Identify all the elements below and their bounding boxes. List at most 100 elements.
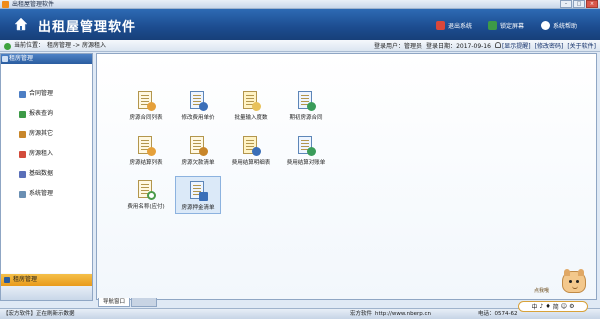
app-small-icon — [2, 1, 9, 8]
minimize-button[interactable]: – — [560, 0, 572, 8]
sidebar-item-label: 合同管理 — [29, 90, 54, 97]
rent-in-icon — [19, 150, 26, 158]
help-icon — [541, 21, 550, 30]
tab-navigation[interactable]: 导航窗口 — [98, 298, 131, 307]
app-header: 出租屋管理软件 退出系统 锁定屏幕 系统帮助 — [0, 9, 600, 40]
status-bar: 【宏方软件】正在刷新示数据 宏方软件 http://www.nberp.cn 电… — [0, 308, 600, 319]
system-icon — [19, 190, 26, 198]
ime-toolbar: 中 ♪ ♦ 简 ☺ ⚙ — [518, 301, 588, 312]
tile-label: 期初房源合同 — [289, 115, 323, 121]
show-reminder-label: [显示提醒] — [501, 43, 531, 50]
info-bar: 当前位置： 租房管理 -> 房源租入 登录用户：管理员 登录日期：2017-09… — [0, 40, 600, 52]
window-controls: – □ × — [560, 0, 598, 8]
ime-mascot-widget[interactable]: 点我哦 中 ♪ ♦ 简 ☺ ⚙ — [518, 269, 596, 316]
tile-label: 费用结算明细表 — [231, 160, 271, 166]
document-check-icon — [295, 135, 317, 157]
date-value: 2017-09-16 — [456, 42, 491, 50]
window-tabs: 导航窗口 — [98, 298, 158, 307]
lock-screen-button[interactable]: 锁定屏幕 — [488, 21, 524, 30]
document-refresh-icon — [240, 135, 262, 157]
exit-system-button[interactable]: 退出系统 — [436, 21, 472, 30]
about-link[interactable]: [关于软件] — [567, 43, 596, 51]
breadcrumb: 当前位置： 租房管理 -> 房源租入 — [4, 42, 106, 50]
tile-edit-price[interactable]: 修改费用单价 — [175, 90, 221, 128]
tile-label: 修改费用单价 — [181, 115, 215, 121]
phone-value: 0574-62 — [494, 311, 518, 317]
folder-document-icon — [240, 90, 262, 112]
tile-label: 批量输入度数 — [234, 115, 268, 121]
sidebar-footer-tab[interactable]: 租房管理 — [1, 274, 92, 286]
tile-batch-readings[interactable]: 批量输入度数 — [228, 90, 274, 128]
document-list-icon — [135, 90, 157, 112]
location-icon — [4, 42, 11, 50]
sidebar-header-icon — [2, 56, 8, 62]
basic-data-icon — [19, 170, 26, 178]
lock-label: 锁定屏幕 — [500, 23, 525, 30]
ime-music-icon[interactable]: ♪ — [540, 303, 544, 310]
ime-lang-icon[interactable]: 中 — [532, 302, 538, 311]
sidebar-item-basic-data[interactable]: 基础数据 — [19, 170, 53, 178]
app-title: 出租屋管理软件 — [38, 20, 137, 35]
sidebar-item-label: 房源租入 — [29, 150, 54, 157]
other-icon — [19, 130, 26, 138]
tile-label: 费用结算对账单 — [286, 160, 326, 166]
help-label: 系统帮助 — [553, 23, 578, 30]
phone-label: 电话： — [478, 311, 495, 317]
ime-punct-icon[interactable]: ♦ — [545, 303, 550, 310]
status-message: 【宏方软件】正在刷新示数据 — [3, 311, 75, 317]
change-password-link[interactable]: [修改密码] — [535, 43, 564, 51]
sidebar-bottom-bar — [1, 286, 92, 300]
magnifier-document-icon — [187, 90, 209, 112]
show-reminder-link[interactable]: [显示提醒] — [494, 42, 531, 51]
sidebar-item-report[interactable]: 报表查询 — [19, 110, 53, 118]
tile-contract-list[interactable]: 房源合同列表 — [123, 90, 169, 128]
window-title: 出租屋管理软件 — [12, 1, 55, 8]
sidebar-item-rent-in[interactable]: 房源租入 — [19, 150, 53, 158]
lock-icon — [488, 21, 497, 30]
sidebar-item-contract[interactable]: 合同管理 — [19, 90, 53, 98]
tile-arrears[interactable]: 房源欠款清单 — [175, 135, 221, 173]
status-url[interactable]: http://www.nberp.cn — [375, 309, 431, 319]
sidebar-item-label: 基础数据 — [29, 170, 54, 177]
report-icon — [19, 110, 26, 118]
system-help-button[interactable]: 系统帮助 — [541, 21, 577, 30]
sidebar-item-other[interactable]: 房源其它 — [19, 130, 53, 138]
home-icon[interactable] — [14, 17, 28, 31]
sidebar-item-label: 系统管理 — [29, 190, 54, 197]
maximize-button[interactable]: □ — [573, 0, 585, 8]
tile-initial-contract[interactable]: 期初房源合同 — [283, 90, 329, 128]
ime-emoji-icon[interactable]: ☺ — [561, 303, 567, 310]
tile-fee-names[interactable]: 费用名称(应付) — [123, 179, 169, 217]
ime-settings-icon[interactable]: ⚙ — [569, 303, 574, 310]
tile-settlement-list[interactable]: 房源结算列表 — [123, 135, 169, 173]
location-label: 当前位置： — [14, 42, 45, 49]
exit-label: 退出系统 — [448, 23, 473, 30]
main-content: 房源合同列表 修改费用单价 批量输入度数 期初房源合同 房源结算列表 房源欠款清… — [96, 53, 597, 300]
user-label: 登录用户： — [374, 42, 405, 50]
tab-secondary[interactable] — [131, 298, 158, 307]
tile-settlement-detail[interactable]: 费用结算明细表 — [228, 135, 274, 173]
tile-statement[interactable]: 费用结算对账单 — [283, 135, 329, 173]
tile-deposit-list[interactable]: 房源押金清单 — [175, 176, 221, 214]
user-info: 登录用户：管理员 登录日期：2017-09-16 [显示提醒] [修改密码] [… — [374, 42, 596, 51]
location-path: 租房管理 -> 房源租入 — [47, 42, 107, 49]
chart-document-icon — [295, 90, 317, 112]
tile-label: 房源欠款清单 — [181, 160, 215, 166]
tile-label: 房源押金清单 — [181, 205, 215, 211]
tile-label: 费用名称(应付) — [127, 204, 165, 210]
dog-mascot-icon[interactable] — [562, 269, 586, 293]
contract-icon — [19, 90, 26, 98]
close-button[interactable]: × — [586, 0, 598, 8]
sidebar-item-system[interactable]: 系统管理 — [19, 190, 53, 198]
rental-icon — [4, 277, 10, 283]
window-titlebar: 出租屋管理软件 – □ × — [0, 0, 600, 9]
sidebar-header-label: 租房管理 — [9, 55, 34, 62]
status-company: 宏方软件 — [350, 311, 373, 317]
status-phone: 电话：0574-62 — [478, 309, 518, 319]
clock-document-icon — [135, 179, 157, 201]
user-value: 管理员 — [404, 42, 423, 50]
sidebar-item-label: 房源其它 — [29, 130, 54, 137]
sidebar-header[interactable]: 租房管理 — [1, 54, 92, 64]
ime-simplified-icon[interactable]: 简 — [553, 302, 559, 311]
date-label: 登录日期： — [426, 42, 457, 50]
